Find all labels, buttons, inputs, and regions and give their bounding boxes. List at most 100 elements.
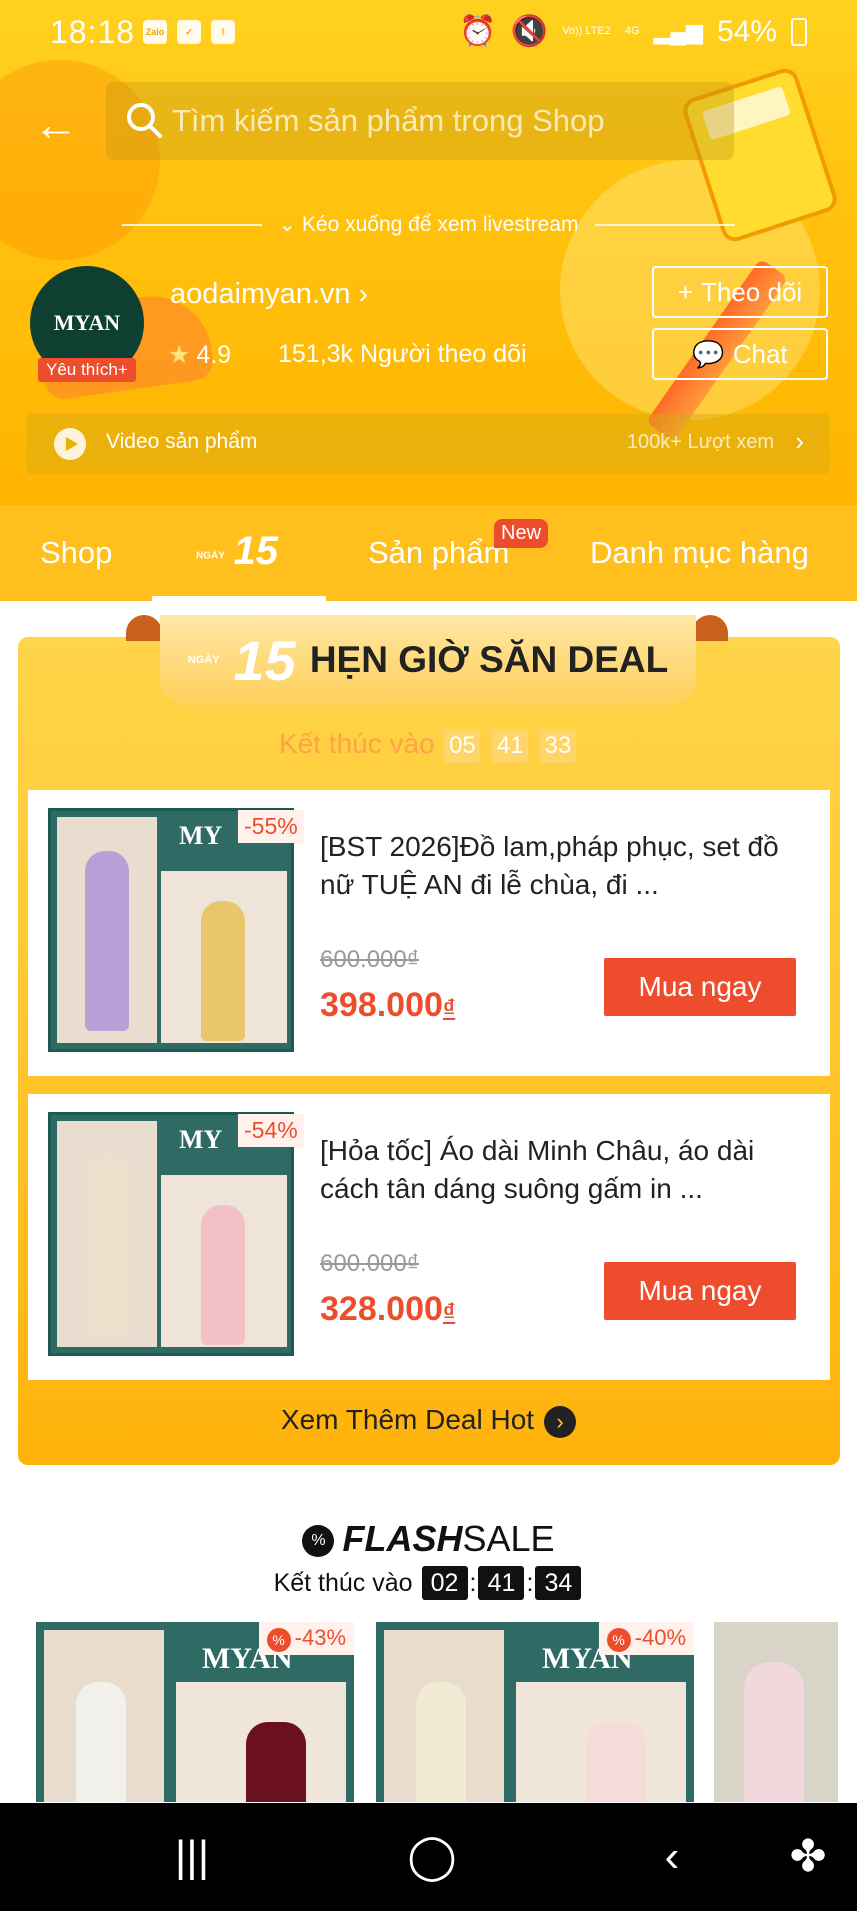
tab-day-15[interactable]: NGÀY 15 [196,529,278,574]
shop-banner: 18:18 Zalo ✓ ! ⏰ 🔇 Vo)) LTE2 4G ▂▄▆ 54% … [0,0,857,505]
model-figure [246,1722,306,1802]
status-bar: 18:18 Zalo ✓ ! ⏰ 🔇 Vo)) LTE2 4G ▂▄▆ 54% [0,0,857,64]
play-icon [54,428,86,460]
livestream-scroll-hint: ⌄ Kéo xuống để xem livestream [0,212,857,237]
product-name[interactable]: [Hỏa tốc] Áo dài Minh Châu, áo dài cách … [320,1132,804,1208]
flash-countdown-minutes: 41 [478,1566,525,1600]
battery-percent: 54% [716,14,777,48]
divider [594,224,735,227]
back-arrow-icon[interactable]: ← [28,96,84,152]
flash-word: FLASH [342,1518,463,1559]
deal-countdown-seconds: 33 [540,729,576,763]
plus-icon: + [677,276,693,307]
brand-logo: MY [179,821,223,850]
signal-icon: ▂▄▆ [653,18,703,44]
product-name[interactable]: [BST 2026]Đồ lam,pháp phục, set đồ nữ TU… [320,828,804,904]
original-price: 600.000₫ [320,1250,420,1277]
chevron-down-icon: ⌄ [278,213,302,236]
star-icon: ★ [168,341,191,369]
check-icon: ✓ [177,20,201,44]
system-navigation-bar: ||| ◯ ‹ ✤ [0,1803,857,1911]
percent-icon: % [266,1628,291,1652]
flash-sale-product-card[interactable] [714,1622,838,1802]
follow-label: Theo dõi [701,276,803,307]
shop-name-link[interactable]: aodaimyan.vn › [170,278,368,311]
deal-title-number: 15 [233,628,296,692]
home-icon[interactable]: ◯ [402,1833,462,1881]
product-image[interactable]: MY [48,1112,294,1356]
network-label: 4G [624,25,640,37]
discount-value: -40% [634,1625,686,1650]
sale-price-value: 398.000 [320,986,443,1024]
original-price: 600.000₫ [320,946,420,973]
back-icon[interactable]: ‹ [642,1833,702,1881]
product-video-bar[interactable]: Video sản phẩm 100k+ Lượt xem › [26,414,830,474]
chat-label: Chat [732,338,788,369]
flash-sale-product-card[interactable]: MYAN % -40% [376,1622,694,1802]
tab-products[interactable]: Sản phẩm [368,535,509,571]
zalo-icon: Zalo [143,20,167,44]
follower-count: 151,3k Người theo dõi [278,340,527,368]
alarm-icon: ⏰ [459,15,497,48]
new-badge: New [494,519,549,548]
chevron-right-circle-icon: › [544,1405,577,1438]
shop-screen: 18:18 Zalo ✓ ! ⏰ 🔇 Vo)) LTE2 4G ▂▄▆ 54% … [0,0,857,1911]
chat-icon: 💬 [692,338,725,369]
shop-tabs: Shop NGÀY 15 Sản phẩm New Danh mục hàng [0,505,857,601]
model-figure [85,1155,129,1335]
alarm-clock-icon: % [302,1525,335,1558]
rating-value: 4.9 [196,341,232,369]
volte-label: Vo)) LTE2 [562,25,611,37]
status-notification-icons: Zalo ✓ ! [143,20,235,44]
currency-symbol: ₫ [442,995,456,1022]
deal-hanger-decoration [692,615,728,641]
tab-day-prefix: NGÀY [196,550,225,562]
currency-symbol: ₫ [442,1299,456,1326]
see-more-deals-link[interactable]: Xem Thêm Deal Hot › [0,1404,857,1438]
model-figure [586,1722,646,1802]
recent-apps-icon[interactable]: ||| [162,1833,222,1881]
flash-countdown-hours: 02 [421,1566,468,1600]
active-tab-indicator [152,596,326,601]
discount-badge: -54% [238,1114,304,1147]
sale-price-value: 328.000 [320,1290,443,1328]
chevron-right-icon: › [795,426,804,456]
model-figure [76,1682,126,1802]
follow-button[interactable]: + Theo dõi [652,266,828,318]
divider [122,224,263,227]
model-figure [201,1205,245,1345]
deal-countdown-minutes: 41 [492,729,529,763]
battery-icon [791,17,807,46]
flash-sale-countdown: Kết thúc vào 02:41:34 [0,1566,857,1600]
tab-day-number: 15 [233,529,279,573]
search-bar[interactable] [106,82,734,160]
model-figure [744,1662,804,1802]
deal-title-banner: NGÀY 15 HẸN GIỜ SĂN DEAL [160,615,696,705]
tab-categories[interactable]: Danh mục hàng [590,535,809,571]
chevron-right-icon: › [358,278,368,309]
buy-now-button[interactable]: Mua ngay [604,958,796,1016]
deal-title: HẸN GIỜ SĂN DEAL [309,639,669,680]
avatar-logo-text: MYAN [53,310,121,335]
shop-rating: ★ 4.9 [168,340,231,370]
accessibility-icon[interactable]: ✤ [778,1833,838,1881]
tab-shop[interactable]: Shop [40,535,112,571]
flash-ends-label: Kết thúc vào [273,1569,413,1597]
warning-icon: ! [211,20,235,44]
video-views: 100k+ Lượt xem [626,431,774,453]
percent-icon: % [606,1628,631,1652]
video-label: Video sản phẩm [106,430,258,453]
sale-price: 328.000₫ [320,1290,455,1329]
search-icon [127,103,162,138]
chat-button[interactable]: 💬 Chat [652,328,828,380]
deal-countdown: Kết thúc vào 05:41:33 [0,728,857,763]
deal-hanger-decoration [126,615,162,641]
buy-now-button[interactable]: Mua ngay [604,1262,796,1320]
model-figure [85,851,129,1031]
deal-product-card[interactable]: MY -54% [Hỏa tốc] Áo dài Minh Châu, áo d… [28,1094,830,1380]
mute-icon: 🔇 [510,15,549,48]
search-input[interactable] [172,82,712,160]
product-image[interactable]: MY [48,808,294,1052]
flash-sale-product-card[interactable]: MYAN % -43% [36,1622,354,1802]
deal-product-card[interactable]: MY -55% [BST 2026]Đồ lam,pháp phục, set … [28,790,830,1076]
